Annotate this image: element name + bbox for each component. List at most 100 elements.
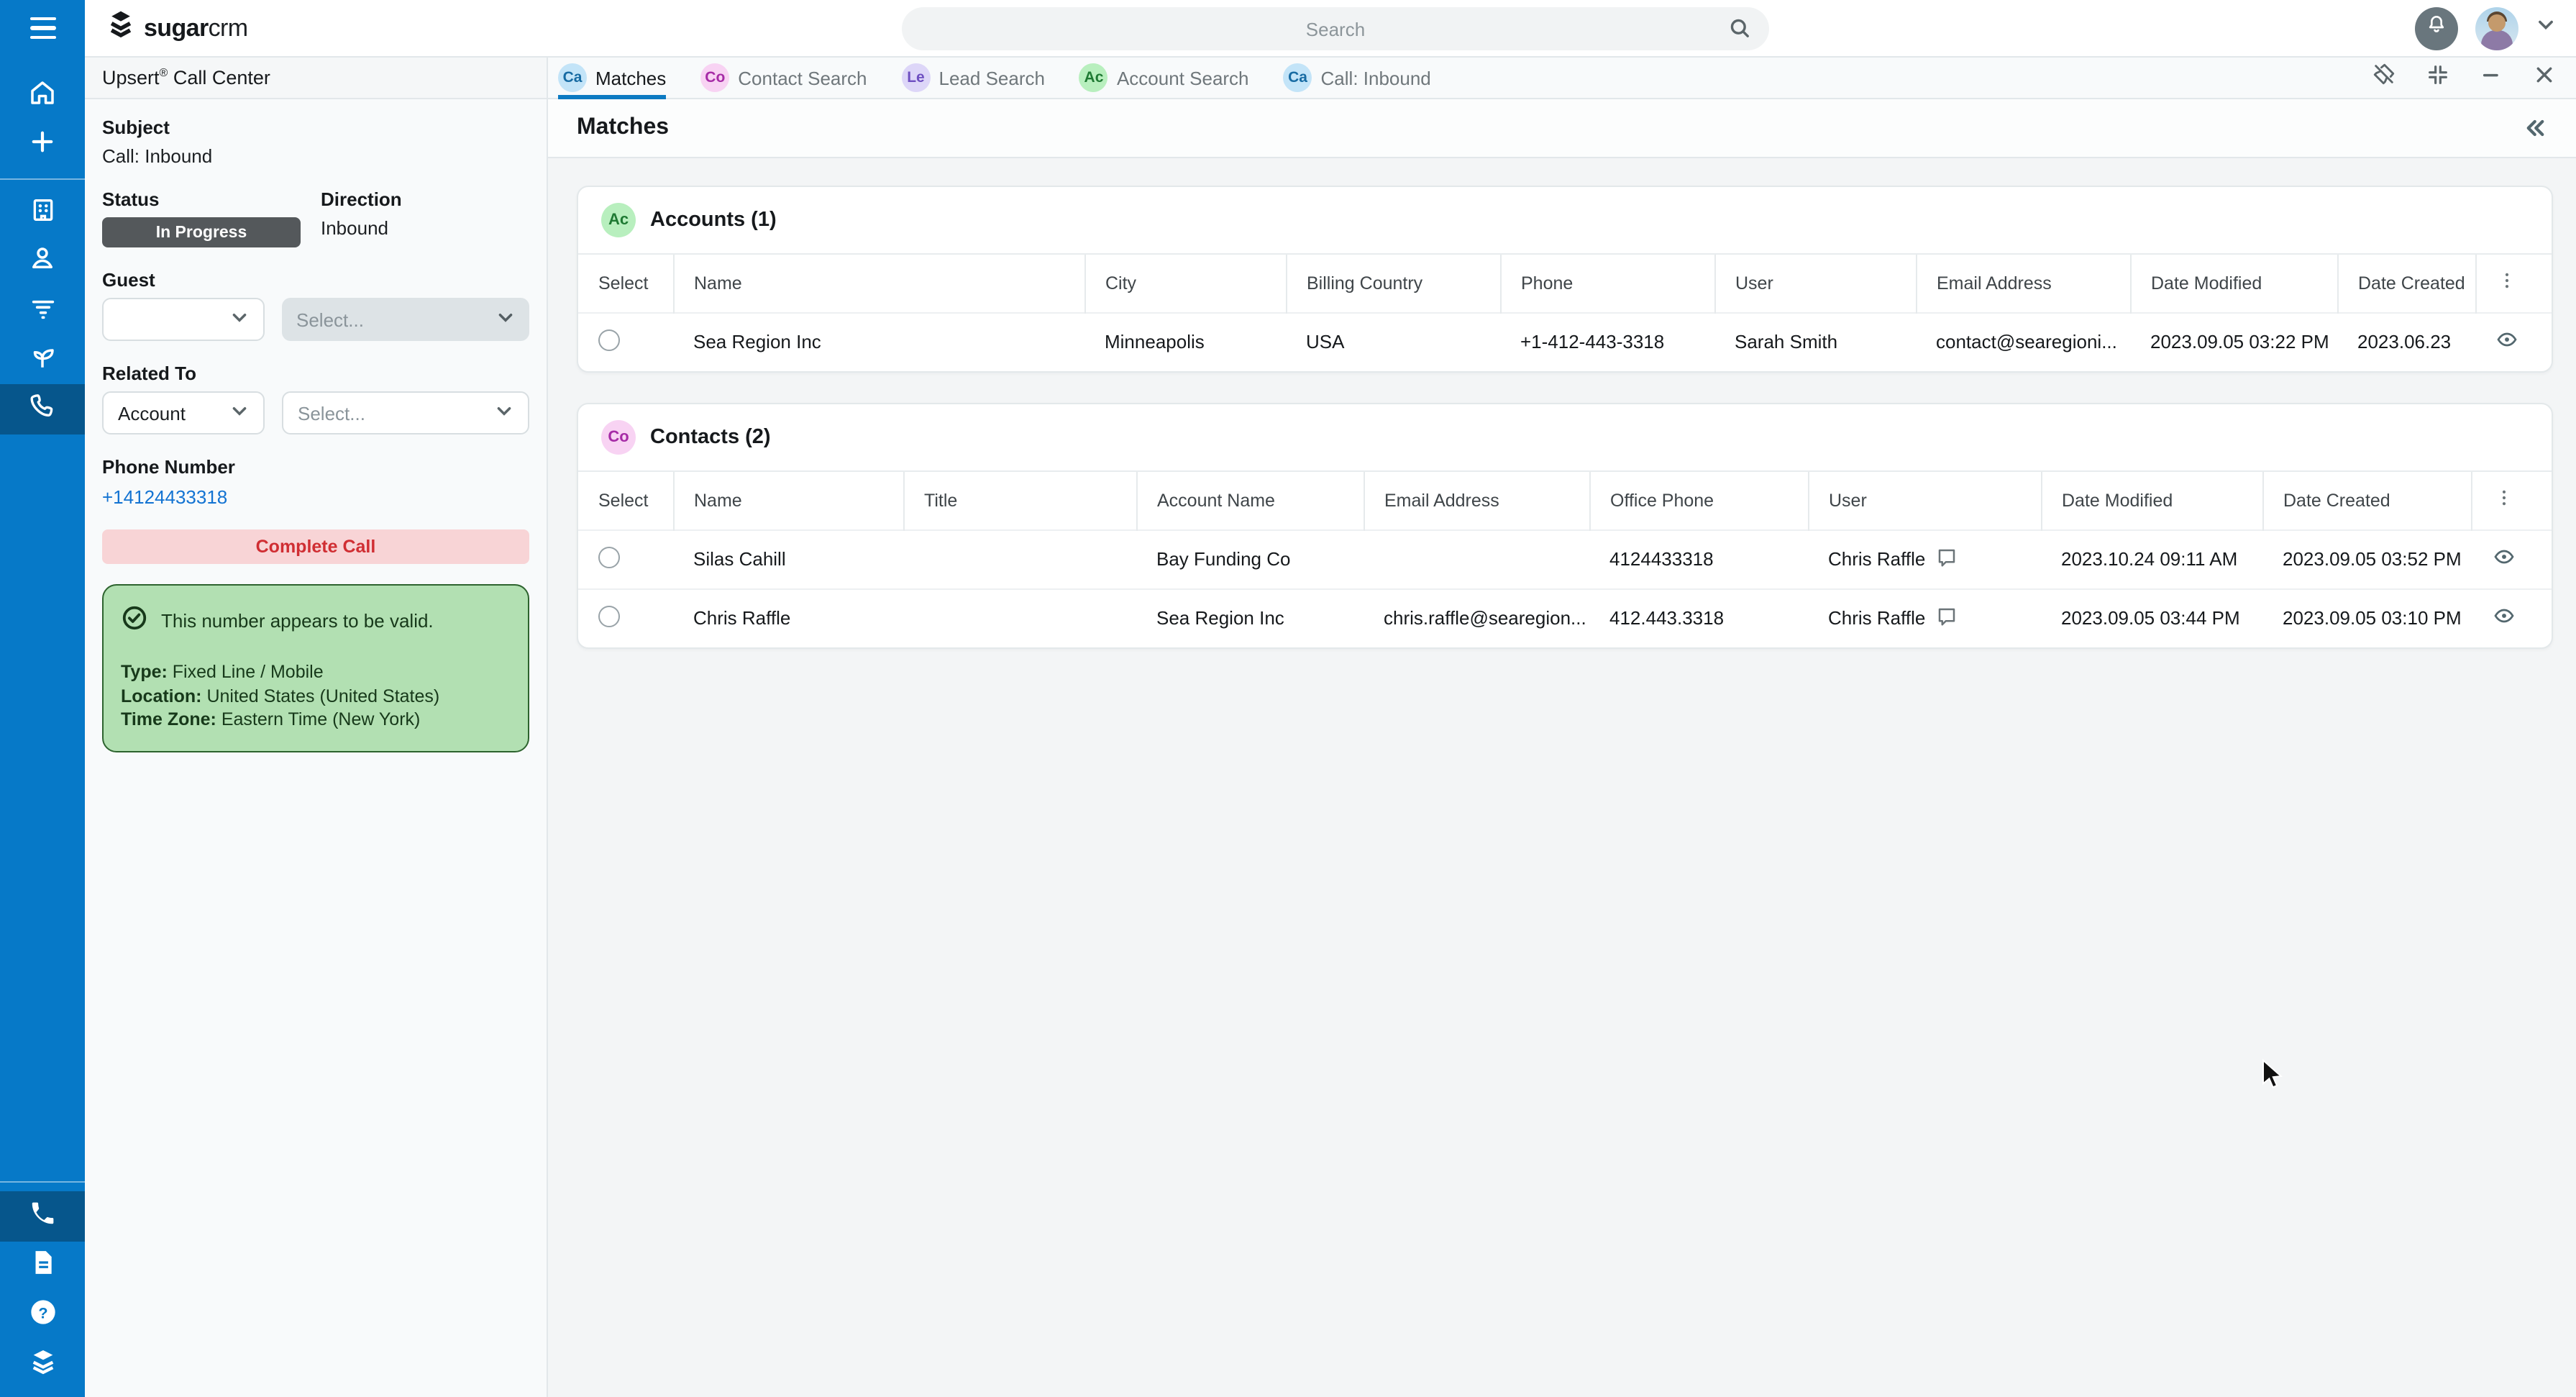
select-radio[interactable] xyxy=(598,329,620,351)
complete-call-button[interactable]: Complete Call xyxy=(102,529,529,564)
home-icon xyxy=(27,78,58,115)
close-icon[interactable] xyxy=(2533,63,2556,93)
guest-select-placeholder: Select... xyxy=(296,309,364,330)
call-center-panel: Upsert® Call Center Subject Call: Inboun… xyxy=(85,58,548,1397)
related-type-select[interactable]: Account xyxy=(102,391,265,434)
column-header: Date Created xyxy=(2337,255,2475,312)
guest-type-select[interactable] xyxy=(102,298,265,341)
subject-value: Call: Inbound xyxy=(102,145,529,167)
sidebar-item-call-center[interactable] xyxy=(0,1191,85,1242)
main-area: Ca Matches Co Contact Search Le Lead Sea… xyxy=(548,58,2576,1397)
logo-text-crm: crm xyxy=(209,14,248,41)
sidebar-item-documents[interactable] xyxy=(0,1242,85,1291)
validation-location-line: Location: United States (United States) xyxy=(121,684,511,708)
guest-select[interactable]: Select... xyxy=(282,298,529,341)
direction-field: Direction Inbound xyxy=(321,188,529,247)
status-chip[interactable]: In Progress xyxy=(102,217,301,247)
phone-number-field: Phone Number +14124433318 xyxy=(102,456,529,511)
svg-text:?: ? xyxy=(37,1303,47,1321)
hamburger-menu-button[interactable] xyxy=(0,0,85,57)
accounts-card: Ac Accounts (1) Select Name City Billing… xyxy=(577,186,2553,373)
related-to-label: Related To xyxy=(102,363,529,384)
status-field: Status In Progress xyxy=(102,188,301,247)
tab-contact-search[interactable]: Co Contact Search xyxy=(700,57,867,99)
select-radio[interactable] xyxy=(598,546,620,568)
accounts-header-row: Select Name City Billing Country Phone U… xyxy=(578,255,2552,312)
column-header: Billing Country xyxy=(1286,255,1500,312)
tab-lead-search[interactable]: Le Lead Search xyxy=(902,57,1045,99)
sidebar-item-home[interactable] xyxy=(0,72,85,121)
contact-name-cell[interactable]: Chris Raffle xyxy=(673,588,903,647)
contacts-table: Select Name Title Account Name Email Add… xyxy=(578,472,2552,647)
tab-account-search[interactable]: Ac Account Search xyxy=(1079,57,1249,99)
related-record-select[interactable]: Select... xyxy=(282,391,529,434)
sidebar-item-stack[interactable] xyxy=(0,1339,85,1388)
minimize-icon[interactable] xyxy=(2480,63,2503,93)
module-badge: Ac xyxy=(1079,63,1108,92)
compress-icon[interactable] xyxy=(2426,63,2449,93)
tab-bar: Ca Matches Co Contact Search Le Lead Sea… xyxy=(548,58,2576,99)
accounts-table: Select Name City Billing Country Phone U… xyxy=(578,255,2552,371)
column-header: City xyxy=(1084,255,1286,312)
account-name-cell[interactable]: Sea Region Inc xyxy=(673,312,1084,371)
table-row[interactable]: Chris Raffle Sea Region Inc chris.raffle… xyxy=(578,588,2552,647)
top-navbar: sugarcrm Search xyxy=(0,0,2576,58)
module-badge: Ca xyxy=(1284,63,1312,92)
column-header: Date Modified xyxy=(2041,472,2262,529)
direction-value: Inbound xyxy=(321,217,529,239)
opportunity-sprout-icon xyxy=(27,341,58,378)
sidebar-item-accounts[interactable] xyxy=(0,188,85,237)
related-to-field: Related To Account Select... xyxy=(102,363,529,434)
tab-call-inbound[interactable]: Ca Call: Inbound xyxy=(1284,57,1431,99)
leads-filter-icon xyxy=(28,293,57,329)
sidebar-item-contacts[interactable] xyxy=(0,237,85,286)
contacts-header-row: Select Name Title Account Name Email Add… xyxy=(578,472,2552,529)
contact-name-cell[interactable]: Silas Cahill xyxy=(673,529,903,588)
notifications-button[interactable] xyxy=(2415,6,2458,50)
search-icon[interactable] xyxy=(1727,16,1752,47)
phone-outline-icon xyxy=(28,391,57,427)
collapse-panel-icon[interactable] xyxy=(2521,115,2547,141)
preview-eye-icon[interactable] xyxy=(2471,529,2552,588)
sidebar-item-help[interactable]: ? xyxy=(0,1291,85,1339)
sidebar-item-calls[interactable] xyxy=(0,384,85,434)
navbar-right-group xyxy=(2415,6,2576,50)
sidebar-item-opportunities[interactable] xyxy=(0,335,85,384)
contacts-module-badge: Co xyxy=(601,420,636,455)
preview-eye-icon[interactable] xyxy=(2475,312,2552,371)
validation-type-line: Type: Fixed Line / Mobile xyxy=(121,660,511,684)
table-row[interactable]: Silas Cahill Bay Funding Co 4124433318 C… xyxy=(578,529,2552,588)
tab-matches[interactable]: Ca Matches xyxy=(558,57,666,99)
user-avatar[interactable] xyxy=(2475,6,2518,50)
profile-chevron-down-icon[interactable] xyxy=(2536,14,2556,42)
sidebar-item-leads[interactable] xyxy=(0,286,85,335)
chevron-down-icon xyxy=(230,401,249,424)
chevron-down-icon xyxy=(495,401,513,424)
global-search-input[interactable]: Search xyxy=(902,7,1769,50)
column-header: Select xyxy=(578,255,673,312)
number-validation-box: This number appears to be valid. Type: F… xyxy=(102,584,529,752)
column-header: Account Name xyxy=(1136,472,1364,529)
contacts-section-header: Co Contacts (2) xyxy=(578,404,2552,472)
phone-number-link[interactable]: +14124433318 xyxy=(102,486,227,508)
columns-menu-icon[interactable] xyxy=(2471,472,2552,529)
check-circle-icon xyxy=(121,604,148,636)
select-radio[interactable] xyxy=(598,606,620,627)
columns-menu-icon[interactable] xyxy=(2475,255,2552,312)
column-header: Select xyxy=(578,472,673,529)
column-header: Phone xyxy=(1500,255,1714,312)
validation-message: This number appears to be valid. xyxy=(161,609,434,631)
chat-icon[interactable] xyxy=(1935,606,1957,632)
accounts-module-badge: Ac xyxy=(601,203,636,237)
sidebar-item-create[interactable] xyxy=(0,121,85,170)
chat-icon[interactable] xyxy=(1935,546,1957,572)
logo-text-sugar: sugar xyxy=(144,14,209,41)
guest-label: Guest xyxy=(102,269,529,291)
contacts-section-title: Contacts (2) xyxy=(650,426,771,449)
column-header: Email Address xyxy=(1916,255,2130,312)
building-icon xyxy=(28,195,57,231)
unpin-icon[interactable] xyxy=(2372,62,2396,94)
preview-eye-icon[interactable] xyxy=(2471,588,2552,647)
table-row[interactable]: Sea Region Inc Minneapolis USA +1-412-44… xyxy=(578,312,2552,371)
sidebar-divider-bottom xyxy=(0,1181,85,1183)
